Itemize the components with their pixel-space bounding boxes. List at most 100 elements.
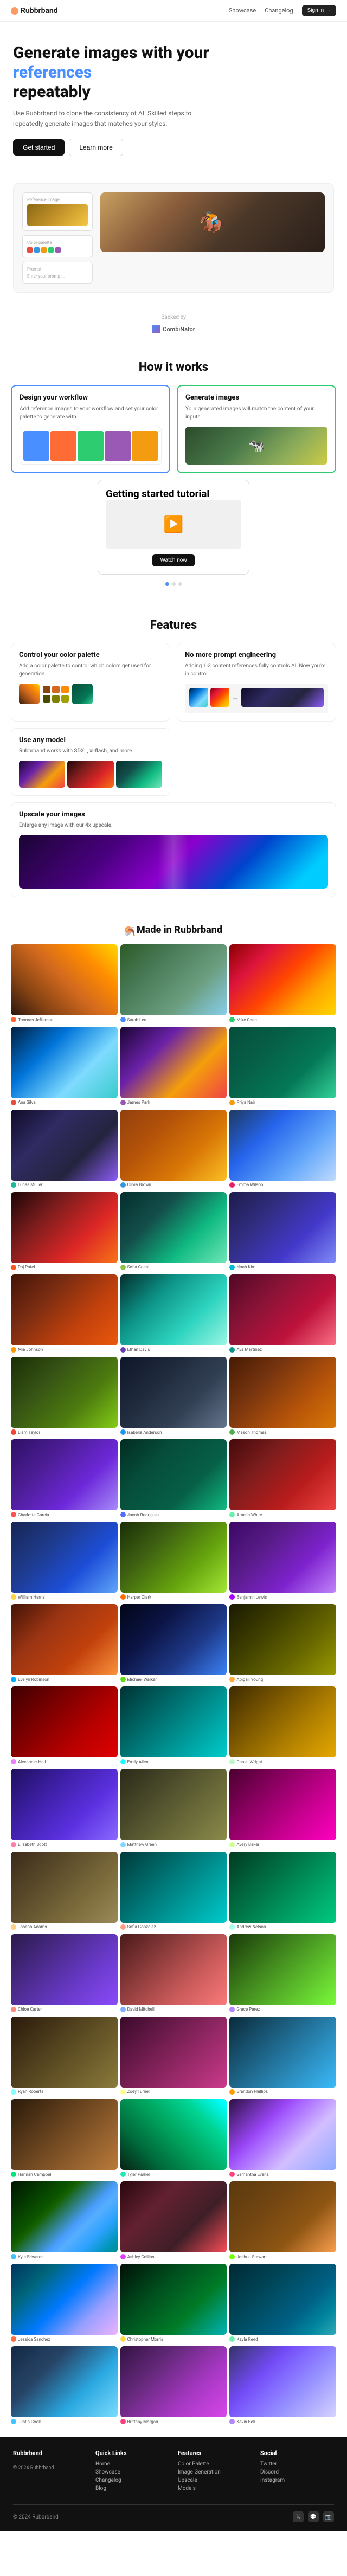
footer-quicklinks-col: Quick Links Home Showcase Changelog Blog xyxy=(95,2450,169,2494)
demo-color-card: Color palette xyxy=(22,235,93,257)
gallery-item: Liam Taylor xyxy=(11,1357,118,1437)
nav-link-changelog[interactable]: Changelog xyxy=(265,7,293,14)
gallery-item: William Harris xyxy=(11,1522,118,1601)
how-card-design-title: Design your workflow xyxy=(20,394,162,402)
model-images xyxy=(19,761,162,788)
watch-now-button[interactable]: Watch now xyxy=(152,554,194,566)
footer-link-changelog[interactable]: Changelog xyxy=(95,2477,169,2483)
upscale-demo-img xyxy=(19,835,328,889)
gallery-image xyxy=(229,944,336,1015)
gallery-item: Mia Johnson xyxy=(11,1274,118,1354)
gallery-item: Isabella Anderson xyxy=(120,1357,227,1437)
footer-link-discord[interactable]: Discord xyxy=(260,2469,334,2475)
swatch-purple xyxy=(55,247,61,253)
how-card-tutorial: Getting started tutorial ▶️ Watch now xyxy=(98,480,249,575)
swatch-2 xyxy=(52,686,60,693)
discord-icon[interactable]: 💬 xyxy=(308,2511,319,2522)
nav-logo: Rubbrband xyxy=(11,7,58,15)
combinator-logo: CombiNator xyxy=(152,325,195,333)
palette-generated-img xyxy=(72,684,93,704)
palette-swatches xyxy=(43,686,69,703)
features-grid: Control your color palette Add a color p… xyxy=(11,643,336,897)
how-it-works-section: How it works Design your workflow Add re… xyxy=(0,344,347,602)
swatch-green xyxy=(48,247,54,253)
result-img xyxy=(241,688,324,707)
gallery-item: Olivia Brown xyxy=(120,1110,227,1189)
feature-no-prompt-title: No more prompt engineering xyxy=(185,651,328,659)
footer-link-upscale[interactable]: Upscale xyxy=(178,2477,252,2483)
demo-swatches xyxy=(27,247,88,253)
gallery-image xyxy=(120,1439,227,1510)
footer-link-showcase[interactable]: Showcase xyxy=(95,2469,169,2475)
feature-color-desc: Add a color palette to control which col… xyxy=(19,662,162,678)
gallery-item: Brandon Phillips xyxy=(229,2017,336,2096)
footer-link-blog[interactable]: Blog xyxy=(95,2485,169,2491)
how-card-generate-desc: Your generated images will match the con… xyxy=(185,405,327,421)
footer-link-home[interactable]: Home xyxy=(95,2461,169,2467)
twitter-icon[interactable]: 𝕏 xyxy=(293,2511,304,2522)
gallery-item: Avery Baker xyxy=(229,1769,336,1849)
demo-painting xyxy=(100,192,325,252)
footer-features-title: Features xyxy=(178,2450,252,2457)
gallery-item: Elizabeth Scott xyxy=(11,1769,118,1849)
dot-3[interactable] xyxy=(178,582,182,586)
gallery-item: Grace Perez xyxy=(229,1934,336,2014)
footer-link-generation[interactable]: Image Generation xyxy=(178,2469,252,2475)
ref-img-2 xyxy=(210,688,229,707)
swatch-6 xyxy=(61,695,69,703)
dot-1[interactable] xyxy=(165,582,169,586)
gallery-item: Noah Kim xyxy=(229,1192,336,1272)
gallery-item: Michael Walker xyxy=(120,1604,227,1684)
gallery-item: Emma Wilson xyxy=(229,1110,336,1189)
gallery-item: Charlotte Garcia xyxy=(11,1439,118,1519)
hero-get-started-button[interactable]: Get started xyxy=(13,139,65,156)
footer-quicklinks-title: Quick Links xyxy=(95,2450,169,2457)
demo-prompt-card: Prompt Enter your prompt... xyxy=(22,262,93,284)
swatch-4 xyxy=(43,695,50,703)
gallery-item: Justin Cook xyxy=(11,2346,118,2426)
gallery-item: Kevin Bell xyxy=(229,2346,336,2426)
color-columns xyxy=(23,431,158,461)
nav-link-showcase[interactable]: Showcase xyxy=(229,7,256,14)
instagram-icon[interactable]: 📷 xyxy=(323,2511,334,2522)
gallery-image xyxy=(229,2099,336,2170)
powered-by-label: Backed by xyxy=(11,314,336,320)
footer-brand-name: Rubbrband xyxy=(13,2450,87,2457)
col-blue xyxy=(23,431,49,461)
footer-link-models[interactable]: Models xyxy=(178,2485,252,2491)
features-title: Features xyxy=(11,619,336,632)
footer-brand-col: Rubbrband © 2024 Rubbrband xyxy=(13,2450,87,2494)
palette-demo xyxy=(19,684,162,704)
footer-link-instagram[interactable]: Instagram xyxy=(260,2477,334,2483)
footer-link-twitter[interactable]: Twitter xyxy=(260,2461,334,2467)
gallery-image xyxy=(120,1110,227,1181)
feature-upscale-title: Upscale your images xyxy=(19,810,328,819)
gallery-image xyxy=(229,1110,336,1181)
gallery-item: Sofia Costa xyxy=(120,1192,227,1272)
gallery-image xyxy=(120,1274,227,1345)
model-img-1 xyxy=(19,761,65,788)
gallery-item: Raj Patel xyxy=(11,1192,118,1272)
swatch-blue xyxy=(34,247,40,253)
gallery-item: Mike Chen xyxy=(229,944,336,1024)
swatch-3 xyxy=(61,686,69,693)
made-in-title: Made in Rubbrband xyxy=(137,924,222,936)
dot-2[interactable] xyxy=(172,582,176,586)
footer: Rubbrband © 2024 Rubbrband Quick Links H… xyxy=(0,2437,347,2531)
logo-icon xyxy=(11,7,18,15)
nav-signin-button[interactable]: Sign in → xyxy=(302,5,336,16)
gallery-image xyxy=(120,1934,227,2005)
model-img-2 xyxy=(67,761,113,788)
gallery-item: Ashley Collins xyxy=(120,2181,227,2261)
footer-link-color[interactable]: Color Palette xyxy=(178,2461,252,2467)
how-it-works-title: How it works xyxy=(11,360,336,374)
hero-learn-more-button[interactable]: Learn more xyxy=(69,139,123,156)
gallery-item: Benjamin Lewis xyxy=(229,1522,336,1601)
hero-demo: Reference image Color palette Prompt Ent… xyxy=(13,183,334,293)
tutorial-preview: ▶️ xyxy=(106,500,241,549)
powered-logos: CombiNator xyxy=(11,325,336,333)
gallery-image xyxy=(11,1110,118,1181)
gallery-image xyxy=(11,1769,118,1840)
gallery-image xyxy=(120,2099,227,2170)
gallery-item: Emily Allen xyxy=(120,1686,227,1766)
